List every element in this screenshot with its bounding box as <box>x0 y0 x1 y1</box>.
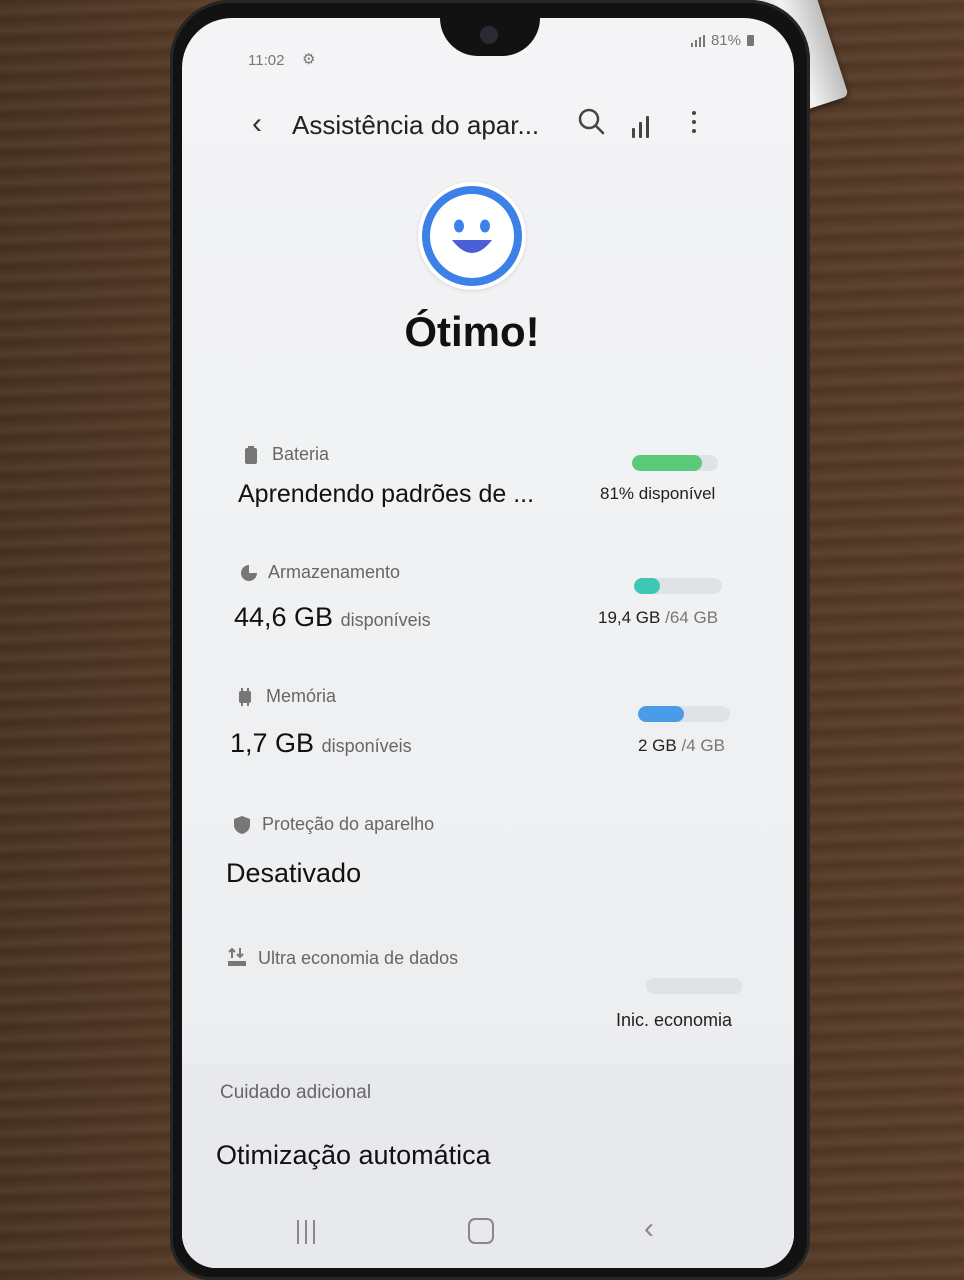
page-title: Assistência do apar... <box>292 110 540 140</box>
back-button[interactable]: ‹ <box>252 106 282 142</box>
settings-status-icon: ⚙ <box>302 51 316 68</box>
shield-icon <box>234 816 250 839</box>
pie-chart-icon <box>240 564 258 587</box>
battery-icon <box>244 446 258 469</box>
memory-value-unit: disponíveis <box>321 736 412 756</box>
storage-value-unit: disponíveis <box>340 610 431 630</box>
home-button[interactable] <box>468 1218 494 1244</box>
smiley-face-icon <box>418 182 526 290</box>
storage-used: 19,4 GB <box>598 608 661 627</box>
notch <box>440 18 540 56</box>
auto-optimization-item[interactable]: Otimização automática <box>216 1140 491 1171</box>
storage-total: /64 GB <box>665 608 719 627</box>
battery-label: Bateria <box>272 444 330 464</box>
screen: 11:02 ⚙ 81% ‹ Assistência do apar... Óti… <box>182 18 794 1268</box>
memory-value: 1,7 GB disponíveis <box>230 728 412 759</box>
status-time: 11:02 <box>248 52 285 69</box>
front-camera <box>480 26 498 44</box>
memory-total: /4 GB <box>681 736 725 755</box>
battery-value: Aprendendo padrões de ... <box>238 480 535 508</box>
battery-status-icon <box>747 35 754 46</box>
memory-bar-fill <box>638 706 684 722</box>
data-saver-bar <box>646 978 742 994</box>
battery-available: 81% disponível <box>600 484 716 503</box>
memory-usage: 2 GB /4 GB <box>638 736 725 756</box>
memory-value-number: 1,7 GB <box>230 728 315 758</box>
status-title: Ótimo! <box>404 308 540 355</box>
app-bar: ‹ Assistência do apar... <box>182 98 794 158</box>
battery-bar <box>632 455 718 471</box>
memory-bar <box>638 706 730 722</box>
signal-icon <box>690 34 705 47</box>
memory-chip-icon <box>236 688 254 711</box>
search-icon[interactable] <box>574 104 610 140</box>
memory-used: 2 GB <box>638 736 677 755</box>
storage-value: 44,6 GB disponíveis <box>234 602 431 633</box>
status-right: 81% <box>690 32 754 49</box>
storage-label: Armazenamento <box>268 562 401 582</box>
memory-label: Memória <box>266 686 337 706</box>
more-vertical-icon[interactable] <box>682 104 706 140</box>
storage-bar-fill <box>634 578 661 594</box>
battery-percent: 81% <box>710 32 741 49</box>
storage-bar <box>634 578 722 594</box>
storage-value-number: 44,6 GB <box>234 602 334 632</box>
nav-back-button[interactable]: ‹ <box>644 1212 654 1246</box>
protection-value: Desativado <box>226 858 362 888</box>
data-saver-icon <box>226 946 248 973</box>
recents-button[interactable] <box>297 1220 315 1244</box>
bar-chart-icon[interactable] <box>632 106 662 138</box>
extra-care-label: Cuidado adicional <box>220 1082 372 1103</box>
phone-frame: 11:02 ⚙ 81% ‹ Assistência do apar... Óti… <box>170 0 810 1280</box>
data-saver-label: Ultra economia de dados <box>258 948 459 968</box>
protection-label: Proteção do aparelho <box>262 814 435 834</box>
navigation-bar: ‹ <box>182 1208 794 1268</box>
storage-usage: 19,4 GB /64 GB <box>598 608 718 628</box>
data-saver-action[interactable]: Inic. economia <box>616 1010 732 1031</box>
battery-bar-fill <box>632 455 702 471</box>
